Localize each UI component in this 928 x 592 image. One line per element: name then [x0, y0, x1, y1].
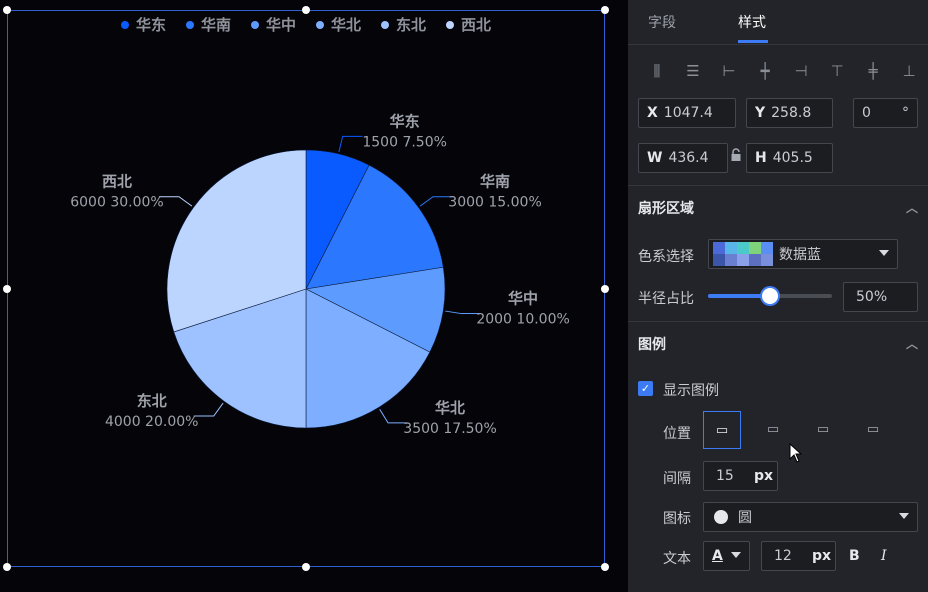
chevron-down-icon — [899, 513, 909, 519]
font-size-field[interactable]: 12 px — [761, 541, 836, 571]
align-right-icon[interactable]: ⊣ — [790, 60, 812, 82]
slice-label-value: 6000 30.00% — [70, 195, 163, 211]
legend-icon-label: 图标 — [663, 511, 691, 527]
radius-slider-handle[interactable] — [762, 288, 778, 304]
slice-label-name: 东北 — [137, 392, 167, 410]
align-toolbar: ⫼ ☰ ⊢ ┿ ⊣ ⊤ ╪ ⊥ — [646, 60, 920, 82]
sector-section-title: 扇形区域 — [638, 200, 694, 217]
radius-slider-track[interactable] — [708, 288, 832, 304]
legend-section-title: 图例 — [638, 336, 666, 353]
chevron-down-icon — [731, 552, 741, 558]
slice-label-value: 2000 10.00% — [476, 312, 569, 328]
aspect-lock-icon[interactable] — [730, 148, 742, 162]
slice-label-value: 1500 7.50% — [362, 134, 447, 150]
w-label: W — [647, 150, 663, 166]
slice-label-name: 华中 — [508, 290, 538, 308]
slice-label-value: 3500 17.50% — [403, 421, 496, 437]
show-legend-label[interactable]: 显示图例 — [663, 380, 719, 400]
color-scheme-select[interactable]: 数据蓝 — [708, 239, 898, 269]
slice-label-name: 华东 — [390, 112, 420, 130]
chevron-up-icon[interactable]: ︿ — [906, 199, 918, 216]
panel-tabs: 字段 样式 — [628, 0, 928, 45]
legend-position-top-icon[interactable]: ▭ — [703, 411, 741, 449]
align-top-icon[interactable]: ⊤ — [826, 60, 848, 82]
align-center-horizontal-icon[interactable]: ┿ — [754, 60, 776, 82]
radius-slider-fill — [708, 294, 770, 298]
legend-icon-value: 圆 — [738, 510, 752, 526]
slice-label-value: 4000 20.00% — [105, 414, 198, 430]
tab-fields[interactable]: 字段 — [648, 12, 676, 32]
chevron-up-icon[interactable]: ︿ — [906, 335, 918, 352]
radius-value-field[interactable]: 50% — [843, 282, 918, 312]
chevron-down-icon — [879, 250, 889, 256]
x-position-field[interactable]: X 1047.4 — [638, 98, 736, 128]
style-panel: 字段 样式 ⫼ ☰ ⊢ ┿ ⊣ ⊤ ╪ ⊥ X 1047.4 Y 258.8 0… — [628, 0, 928, 592]
h-label: H — [755, 150, 767, 166]
spacing-value: 15 — [716, 468, 734, 484]
w-value: 436.4 — [668, 150, 709, 166]
radius-label: 半径占比 — [638, 291, 694, 307]
tab-style[interactable]: 样式 — [738, 12, 766, 32]
legend-section-header[interactable]: 图例 ︿ — [628, 321, 928, 365]
pie-chart: 华东 1500 7.50% 华南 3000 15.00% 华中 2000 10.00% 华北… — [70, 112, 570, 437]
position-label: 位置 — [663, 426, 691, 442]
bold-button[interactable]: B — [849, 548, 860, 564]
color-scheme-label: 色系选择 — [638, 249, 694, 265]
chart-canvas[interactable]: 华东华南华中华北 东北 西北 华东 1500 7.50% 华南 3000 15.00% 华中… — [0, 0, 628, 592]
spacing-label: 间隔 — [663, 471, 691, 487]
legend-position-bottom-icon[interactable]: ▭ — [754, 411, 792, 449]
color-palette-swatch — [713, 242, 773, 266]
legend-position-left-icon[interactable]: ▭ — [804, 411, 842, 449]
color-scheme-value: 数据蓝 — [779, 247, 821, 263]
spacing-unit: px — [753, 468, 773, 484]
radius-value: 50% — [856, 289, 888, 305]
distribute-vertical-icon[interactable]: ☰ — [682, 60, 704, 82]
slice-label-name: 华北 — [435, 399, 465, 417]
active-tab-indicator — [738, 40, 768, 43]
slice-label-name: 华南 — [480, 173, 510, 191]
distribute-horizontal-icon[interactable]: ⫼ — [646, 60, 668, 82]
sector-section-header[interactable]: 扇形区域 ︿ — [628, 185, 928, 229]
x-label: X — [647, 105, 658, 121]
slice-label-name: 西北 — [102, 173, 132, 191]
text-color-icon: A — [712, 548, 723, 564]
italic-button[interactable]: I — [881, 548, 887, 564]
align-middle-vertical-icon[interactable]: ╪ — [862, 60, 884, 82]
y-value: 258.8 — [771, 105, 812, 121]
width-field[interactable]: W 436.4 — [638, 143, 728, 173]
rotation-field[interactable]: 0 ° — [853, 98, 918, 128]
x-value: 1047.4 — [663, 105, 713, 121]
legend-icon-select[interactable]: 圆 — [703, 502, 918, 532]
h-value: 405.5 — [772, 150, 813, 166]
text-color-picker[interactable]: A — [703, 541, 750, 571]
align-left-icon[interactable]: ⊢ — [718, 60, 740, 82]
align-bottom-icon[interactable]: ⊥ — [898, 60, 920, 82]
rotation-unit: ° — [902, 105, 909, 121]
y-position-field[interactable]: Y 258.8 — [746, 98, 833, 128]
label-leader-line — [158, 196, 193, 207]
show-legend-checkbox[interactable]: ✓ — [638, 381, 653, 396]
font-size-value: 12 — [774, 548, 792, 564]
circle-icon — [714, 510, 728, 524]
legend-position-right-icon[interactable]: ▭ — [854, 411, 892, 449]
y-label: Y — [755, 105, 766, 121]
font-size-unit: px — [811, 548, 831, 564]
text-label: 文本 — [663, 551, 691, 567]
mouse-pointer-icon — [789, 443, 803, 463]
slice-label-value: 3000 15.00% — [448, 195, 541, 211]
height-field[interactable]: H 405.5 — [746, 143, 833, 173]
spacing-field[interactable]: 15 px — [703, 461, 778, 491]
label-leader-line — [338, 135, 363, 153]
rotation-value: 0 — [862, 105, 871, 121]
